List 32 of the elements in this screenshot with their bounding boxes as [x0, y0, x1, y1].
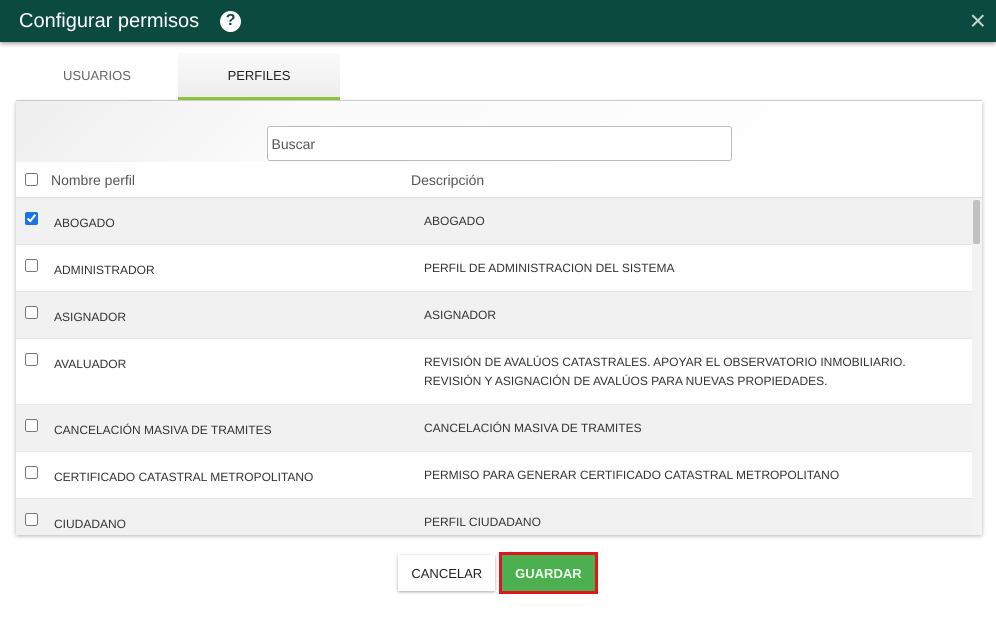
column-header: Nombre perfil — [51, 172, 136, 188]
row-checkbox[interactable] — [25, 419, 38, 432]
column-header: Descripción — [411, 172, 484, 188]
profile-name: AVALUADOR — [54, 357, 128, 371]
scrollbar[interactable] — [972, 198, 982, 535]
profile-description: PERFIL DE ADMINISTRACION DEL SISTEMA — [424, 260, 676, 277]
window-title: Configurar permisos — [19, 10, 200, 32]
row-checkbox[interactable] — [25, 259, 38, 272]
tab[interactable]: USUARIOS — [16, 53, 178, 100]
profile-name: ABOGADO — [54, 216, 116, 230]
row-checkbox[interactable] — [25, 353, 38, 366]
row-checkbox[interactable] — [25, 306, 38, 319]
search-field[interactable]: Buscar — [266, 126, 732, 161]
close-button[interactable]: × — [966, 7, 990, 35]
profile-name: CANCELACIÓN MASIVA DE TRAMITES — [54, 423, 273, 437]
row-checkbox[interactable] — [25, 212, 38, 225]
profile-name: CERTIFICADO CATASTRAL METROPOLITANO — [54, 470, 314, 484]
help-icon[interactable]: ? — [220, 10, 242, 32]
profile-description: ASIGNADOR — [424, 307, 498, 324]
profile-name: ADMINISTRADOR — [54, 263, 156, 277]
profile-name: ASIGNADOR — [54, 310, 128, 324]
row-checkbox[interactable] — [25, 466, 38, 479]
profile-description: PERMISO PARA GENERAR CERTIFICADO CATASTRAL METROPOLITANO — [424, 467, 840, 484]
profile-description: REVISIÓN DE AVALÚOS CATASTRALES. APOYAR EL OBSERVATORIO INMOBILIARIO. REVISIÓN Y ASIGNACIÓN DE AVALÚOS PARA NUEVAS PROPIEDADES. — [424, 354, 907, 390]
profile-name: CIUDADANO — [54, 517, 128, 531]
select-all-checkbox[interactable] — [25, 173, 38, 186]
profile-description: CANCELACIÓN MASIVA DE TRAMITES — [424, 420, 643, 437]
row-checkbox[interactable] — [25, 513, 38, 526]
cancel-button[interactable]: CANCELAR — [398, 555, 496, 591]
profile-description: PERFIL CIUDADANO — [424, 514, 542, 531]
profile-description: ABOGADO — [424, 213, 486, 230]
tab[interactable]: PERFILES — [178, 53, 340, 100]
